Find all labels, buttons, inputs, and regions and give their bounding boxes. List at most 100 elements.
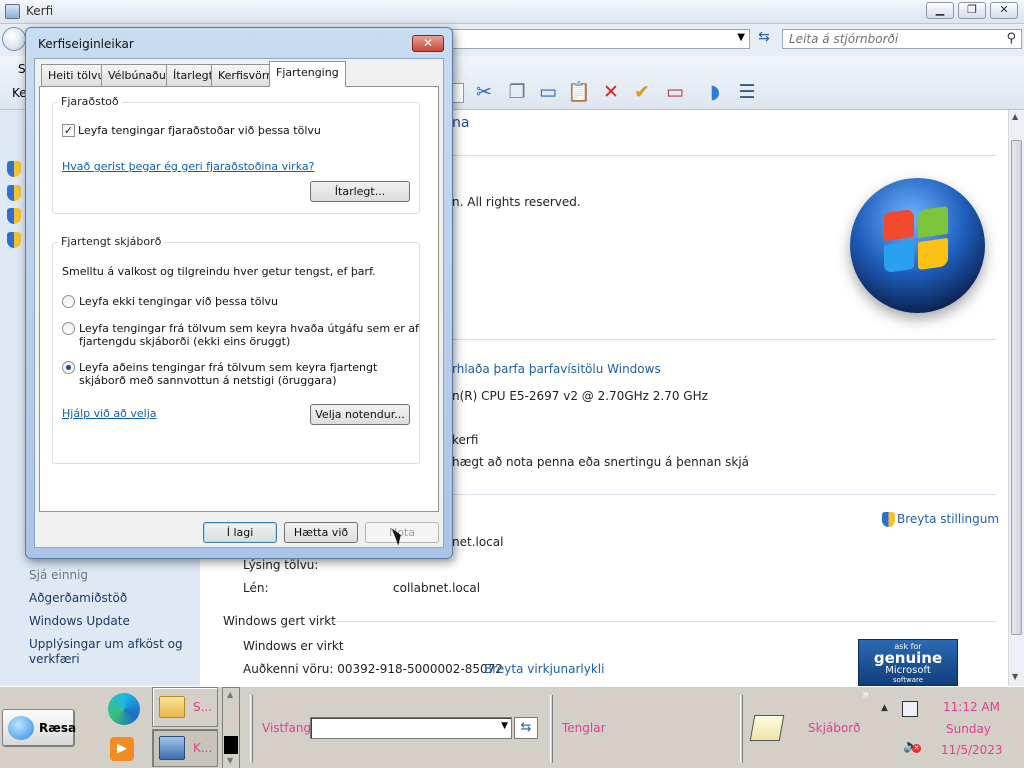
media-player-icon[interactable]: ▶ [110,737,134,761]
tray-up-arrow-icon[interactable]: ▲ [881,703,888,713]
chevron-down-icon[interactable]: ▼ [737,32,745,43]
toolbar-grip[interactable] [550,695,553,763]
toolbar-grip[interactable] [250,695,253,763]
tab-remote[interactable]: Fjartenging [269,61,346,87]
radio-nla-only-label[interactable]: Leyfa aðeins tengingar frá tölvum sem ke… [79,361,399,387]
taskbar: Ræsa ▶ S... K... ▲ ▼ Vistfang ▼ ⇆ Tengla… [0,686,1024,768]
divider [452,494,996,495]
windows-flag-green [918,205,948,239]
shield-icon [7,232,21,248]
radio-no-connections[interactable] [62,295,75,308]
back-button[interactable] [2,27,26,51]
properties-icon[interactable]: ☰ [735,80,759,104]
clock-time[interactable]: 11:12 AM [943,700,1000,714]
copy-icon[interactable]: ❐ [505,80,529,104]
cancel-button[interactable]: Hætta við [284,522,358,543]
system-type-value: kerfi [452,433,479,447]
page-heading-fragment: na [452,115,470,131]
select-users-button[interactable]: Velja notendur... [310,404,410,425]
ok-button[interactable]: Í lagi [203,522,277,543]
rename-icon[interactable]: ▭ [663,80,687,104]
folder-icon [159,696,185,718]
divider [452,155,996,156]
paste-icon[interactable]: 📋 [567,80,591,104]
remote-tab-page: Fjaraðstoð ✓ Leyfa tengingar fjaraðstoða… [39,86,439,512]
network-icon[interactable] [902,701,918,717]
nav-link-windows-update[interactable]: Windows Update [29,614,130,628]
remote-assistance-help-link[interactable]: Hvað gerist þegar ég geri fjaraðstoðina … [62,160,314,173]
toolbar-overflow-chevron[interactable]: » [862,687,869,701]
nav-link-performance[interactable]: Upplýsingar um afköst og verkfæri [29,637,189,667]
nav-link-action-center[interactable]: Aðgerðamiðstöð [29,591,127,605]
radio-any-version[interactable] [62,322,75,335]
go-button[interactable]: ⇆ [514,717,538,739]
search-input[interactable]: Leita á stjórnborði ⚲ [782,29,1022,49]
domain-fragment: net.local [452,535,504,549]
cut-icon[interactable]: ✂ [472,80,496,104]
genuine-badge-line4: software [892,676,924,684]
remote-assistance-legend: Fjaraðstoð [58,95,122,108]
delete-icon[interactable]: ✕ [599,80,623,104]
chevron-down-icon[interactable]: ▼ [501,721,508,731]
vertical-scrollbar[interactable]: ▲ ▼ [1008,110,1024,686]
refresh-button[interactable]: ⇆ [753,29,775,49]
links-toolbar-label: Tenglar [562,721,606,735]
help-choose-link[interactable]: Hjálp við að velja [62,407,157,420]
close-window-button[interactable]: ✕ [990,2,1018,19]
taskbar-task-1[interactable]: S... [152,687,218,727]
activation-heading: Windows gert virkt [223,614,336,628]
domain-label: Lén: [243,581,269,595]
radio-no-connections-label[interactable]: Leyfa ekki tengingar við þessa tölvu [79,295,409,308]
shield-icon [7,185,21,201]
task-2-label: K... [193,741,213,755]
allow-remote-assistance-checkbox[interactable]: ✓ [62,124,75,137]
see-also-heading: Sjá einnig [29,568,88,582]
dialog-close-button[interactable]: ✕ [412,35,444,52]
remote-assistance-advanced-button[interactable]: Ítarlegt... [310,181,410,202]
main-titlebar: Kerfi ▁ ❐ ✕ [0,0,1024,24]
divider [452,339,996,340]
address-field[interactable]: ▼ [450,29,750,49]
product-id: Auðkenni vöru: 00392-918-5000002-85072 [243,662,503,676]
clock-day[interactable]: Sunday [946,722,991,736]
windows-flag-blue [884,240,914,274]
scroll-up-icon[interactable]: ▲ [1012,112,1018,121]
taskbar-address-input[interactable]: ▼ [310,717,512,739]
taskbar-scroller[interactable]: ▲ ▼ [222,687,240,768]
performance-rating-link[interactable]: rhlaða þarfa þarfavísitölu Windows [452,362,661,376]
search-icon[interactable]: ⚲ [1006,31,1016,46]
edge-icon[interactable] [108,693,140,725]
start-button[interactable]: Ræsa [2,709,76,747]
toolbar-grip[interactable] [740,695,743,763]
clock-date[interactable]: 11/5/2023 [941,743,1003,757]
maximize-button[interactable]: ❐ [958,2,986,19]
start-shell-icon [8,716,34,740]
window-app-icon [5,4,20,19]
system-properties-dialog: Kerfiseiginleikar ✕ Heiti tölvu Vélbúnað… [25,27,453,559]
scroll-down-icon[interactable]: ▼ [1012,672,1018,681]
scroll-up-icon[interactable]: ▲ [227,690,233,699]
computer-icon [159,736,185,760]
remote-desktop-instruction: Smelltu á valkost og tilgreindu hver get… [62,265,376,278]
minimize-button[interactable]: ▁ [926,2,954,19]
genuine-microsoft-badge[interactable]: ask for genuine Microsoft software [858,639,958,686]
scrollbar-thumb[interactable] [1011,140,1022,635]
scroll-down-icon[interactable]: ▼ [227,756,233,765]
desktop-sketch-icon[interactable] [749,715,785,741]
move-to-icon[interactable]: ▭ [536,80,560,104]
divider [328,621,996,622]
copyright-text: n. All rights reserved. [452,195,581,209]
checkmark-icon[interactable]: ✔ [630,80,654,104]
scroller-block [224,736,238,754]
radio-any-version-label[interactable]: Leyfa tengingar frá tölvum sem keyra hva… [79,322,419,348]
allow-remote-assistance-label[interactable]: Leyfa tengingar fjaraðstoðar við þessa t… [78,124,321,137]
change-settings-link[interactable]: Breyta stillingum [897,512,999,526]
activation-status: Windows er virkt [243,639,344,653]
processor-value: n(R) CPU E5-2697 v2 @ 2.70GHz 2.70 GHz [452,389,708,403]
shell-icon[interactable]: ◗ [703,80,727,104]
radio-nla-only[interactable] [62,361,75,374]
desktop-toolbar-label: Skjáborð [808,721,861,735]
change-product-key-link[interactable]: Breyta virkjunarlykli [484,662,604,676]
task-1-label: S... [193,700,213,714]
taskbar-task-2[interactable]: K... [152,729,218,767]
